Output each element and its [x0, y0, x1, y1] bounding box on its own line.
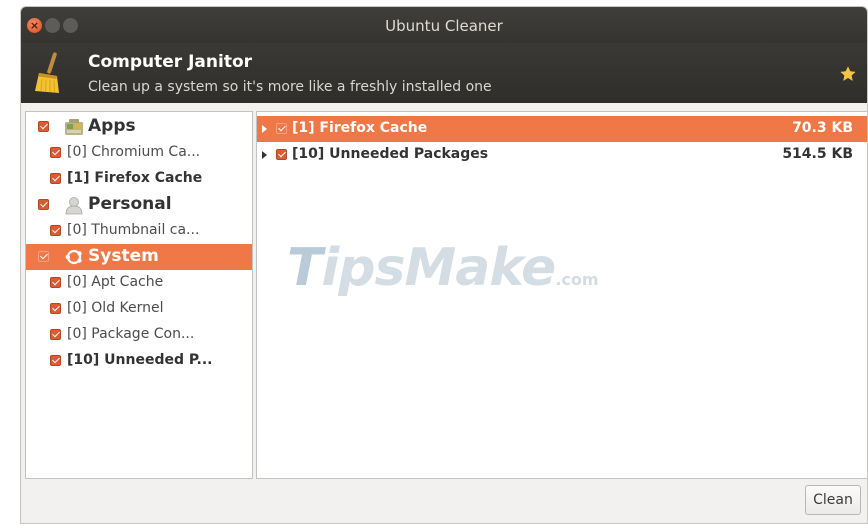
- header-banner: Computer Janitor Clean up a system so it…: [21, 43, 867, 103]
- header-subtitle: Clean up a system so it's more like a fr…: [88, 79, 492, 95]
- item-size: 514.5 KB: [782, 146, 853, 162]
- sidebar-item-apt-cache[interactable]: [0] Apt Cache: [26, 270, 252, 296]
- item-name: [1] Firefox Cache: [292, 120, 428, 136]
- checkbox[interactable]: [50, 173, 61, 184]
- list-item[interactable]: [10] Unneeded Packages 514.5 KB: [257, 142, 867, 168]
- sidebar-item-label: Apps: [88, 116, 136, 136]
- sidebar-item-label: [0] Package Con...: [67, 326, 195, 342]
- sidebar-item-label: [10] Unneeded P...: [67, 352, 213, 368]
- sidebar-item-label: Personal: [88, 194, 172, 214]
- expand-arrow-icon[interactable]: [262, 151, 267, 159]
- watermark-suffix: .com: [555, 270, 599, 289]
- star-icon[interactable]: [839, 65, 857, 83]
- title-bar: × Ubuntu Cleaner: [21, 7, 867, 43]
- watermark: TipsMake.com: [287, 238, 599, 298]
- sidebar-item-chromium-cache[interactable]: [0] Chromium Ca...: [26, 140, 252, 166]
- watermark-text: ipsMake: [321, 238, 556, 298]
- sidebar-item-label: [0] Chromium Ca...: [67, 144, 201, 160]
- results-list: [1] Firefox Cache 70.3 KB [10] Unneeded …: [256, 111, 867, 479]
- checkbox[interactable]: [50, 277, 61, 288]
- sidebar-item-label: [0] Apt Cache: [67, 274, 164, 290]
- checkbox[interactable]: [276, 149, 287, 160]
- checkbox[interactable]: [276, 123, 287, 134]
- sidebar-item-label: [1] Firefox Cache: [67, 170, 203, 186]
- window-title: Ubuntu Cleaner: [385, 17, 503, 35]
- clean-button[interactable]: Clean: [805, 485, 861, 515]
- expand-arrow-icon[interactable]: [262, 125, 267, 133]
- checkbox[interactable]: [50, 303, 61, 314]
- list-item[interactable]: [1] Firefox Cache 70.3 KB: [257, 116, 867, 142]
- sidebar-item-unneeded-packages[interactable]: [10] Unneeded P...: [26, 348, 252, 374]
- item-size: 70.3 KB: [792, 120, 853, 136]
- header-title: Computer Janitor: [88, 52, 253, 72]
- checkbox[interactable]: [50, 329, 61, 340]
- personal-icon: [65, 197, 83, 215]
- sidebar-item-package-config[interactable]: [0] Package Con...: [26, 322, 252, 348]
- checkbox[interactable]: [38, 199, 49, 210]
- checkbox[interactable]: [50, 355, 61, 366]
- sidebar-item-system[interactable]: System: [26, 244, 252, 270]
- watermark-letter: T: [287, 238, 322, 298]
- sidebar-item-old-kernel[interactable]: [0] Old Kernel: [26, 296, 252, 322]
- item-name: [10] Unneeded Packages: [292, 146, 489, 162]
- apps-icon: [65, 119, 83, 135]
- checkbox[interactable]: [50, 225, 61, 236]
- sidebar-item-thumbnail-cache[interactable]: [0] Thumbnail ca...: [26, 218, 252, 244]
- broom-icon: [35, 52, 59, 93]
- checkbox[interactable]: [38, 121, 49, 132]
- sidebar-item-firefox-cache[interactable]: [1] Firefox Cache: [26, 166, 252, 192]
- sidebar-item-apps[interactable]: Apps: [26, 114, 252, 140]
- category-sidebar: Apps [0] Chromium Ca... [1] Firefox Cach…: [25, 111, 253, 479]
- sidebar-item-label: [0] Old Kernel: [67, 300, 164, 316]
- checkbox[interactable]: [38, 251, 49, 262]
- checkbox[interactable]: [50, 147, 61, 158]
- system-icon: [65, 249, 82, 265]
- sidebar-item-label: [0] Thumbnail ca...: [67, 222, 200, 238]
- sidebar-item-label: System: [88, 246, 159, 266]
- sidebar-item-personal[interactable]: Personal: [26, 192, 252, 218]
- ubuntu-cleaner-window: × Ubuntu Cleaner Computer Janitor Clean …: [20, 6, 868, 524]
